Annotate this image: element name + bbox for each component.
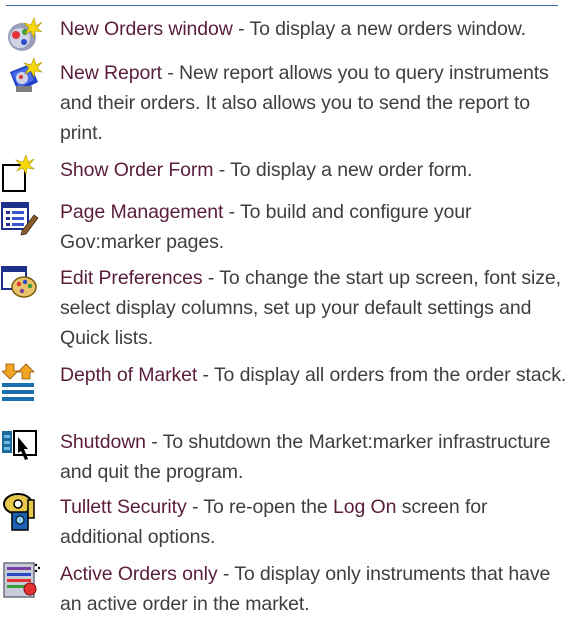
entry-description: - To re-open the	[186, 496, 333, 518]
entry-text: Active Orders only - To display only ins…	[60, 559, 569, 619]
new-report-icon	[4, 58, 44, 98]
entry-term: Edit Preferences	[60, 267, 203, 289]
edit-preferences-icon	[0, 263, 40, 303]
shutdown-icon	[2, 427, 42, 467]
entry-term: Show Order Form	[60, 159, 214, 181]
entry-term: Active Orders only	[60, 563, 218, 585]
entry-text: New Report - New report allows you to qu…	[60, 58, 569, 148]
active-orders-icon	[2, 559, 42, 599]
entry-text: Show Order Form - To display a new order…	[60, 155, 569, 185]
page-management-icon	[0, 197, 40, 237]
entry-description: - To display a new order form.	[213, 159, 473, 181]
entry-text: New Orders window - To display a new ord…	[60, 14, 569, 44]
entry-text: Page Management - To build and configure…	[60, 197, 569, 257]
entry-term: Depth of Market	[60, 364, 198, 386]
tullett-security-icon	[2, 492, 42, 532]
entry-term: New Report	[60, 62, 162, 84]
entry-term: Page Management	[60, 201, 224, 223]
entry-text: Depth of Market - To display all orders …	[60, 360, 569, 390]
entry-description: - To display a new orders window.	[232, 18, 527, 40]
new-orders-window-icon	[2, 16, 42, 56]
entry-text: Edit Preferences - To change the start u…	[60, 263, 569, 353]
entry-text: Shutdown - To shutdown the Market:marker…	[60, 427, 569, 487]
show-order-form-icon	[0, 155, 40, 195]
entry-term: New Orders window	[60, 18, 233, 40]
depth-of-market-icon	[2, 362, 42, 402]
top-rule	[6, 5, 558, 6]
entry-description: - To display all orders from the order s…	[197, 364, 567, 386]
entry-term: Tullett Security	[60, 496, 187, 518]
entry-text: Tullett Security - To re-open the Log On…	[60, 492, 569, 552]
entry-term: Shutdown	[60, 431, 146, 453]
log-on-term: Log On	[333, 496, 397, 518]
